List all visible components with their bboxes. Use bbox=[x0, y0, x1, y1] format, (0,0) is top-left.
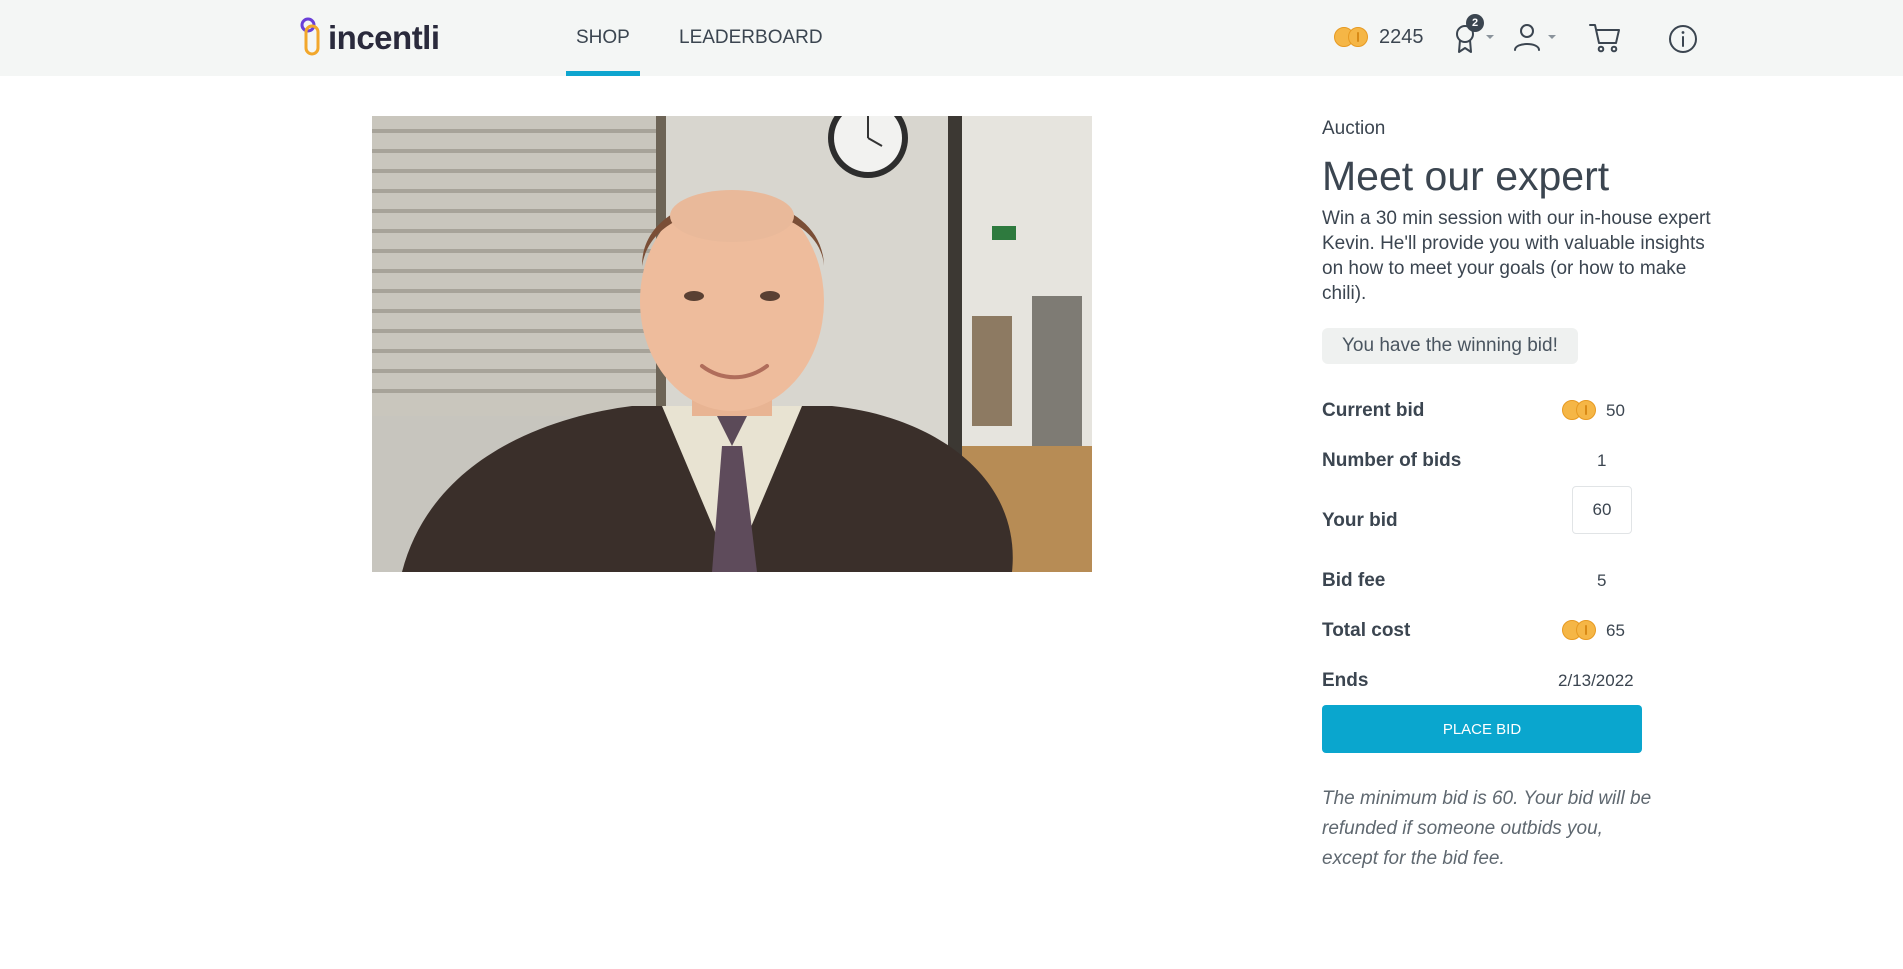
tab-leaderboard[interactable]: LEADERBOARD bbox=[679, 0, 823, 76]
bid-note: The minimum bid is 60. Your bid will be … bbox=[1322, 788, 1652, 869]
ends-value: 2/13/2022 bbox=[1558, 671, 1634, 690]
bid-fee-label: Bid fee bbox=[1322, 570, 1386, 591]
current-bid-label: Current bid bbox=[1322, 400, 1425, 421]
coin-icon bbox=[1562, 620, 1598, 642]
logo-text: incentli bbox=[328, 19, 440, 56]
number-of-bids-label: Number of bids bbox=[1322, 450, 1462, 471]
number-of-bids-value: 1 bbox=[1597, 451, 1607, 470]
coin-icon bbox=[1334, 26, 1370, 49]
expert-photo bbox=[372, 116, 1092, 572]
total-cost-value-group: 65 bbox=[1562, 620, 1625, 642]
user-icon bbox=[1514, 24, 1556, 51]
place-bid-button[interactable]: PLACE BID bbox=[1322, 705, 1642, 753]
product-description: Win a 30 min session with our in-house e… bbox=[1322, 208, 1711, 304]
auction-details-panel: Auction Meet our expert Win a 30 min ses… bbox=[1322, 118, 1722, 364]
user-menu-button[interactable] bbox=[1512, 22, 1560, 59]
current-bid-value: 50 bbox=[1606, 401, 1625, 420]
total-cost-value: 65 bbox=[1606, 621, 1625, 640]
total-cost-label: Total cost bbox=[1322, 620, 1411, 641]
current-bid-value-group: 50 bbox=[1562, 400, 1625, 422]
cart-button[interactable] bbox=[1588, 22, 1622, 59]
info-button[interactable] bbox=[1668, 24, 1698, 59]
product-image bbox=[372, 116, 1092, 572]
logo[interactable]: incentli bbox=[300, 16, 440, 60]
ends-row: Ends 2/13/2022 bbox=[1322, 670, 1652, 692]
your-bid-input[interactable] bbox=[1572, 486, 1632, 534]
bid-fee-row: Bid fee 5 bbox=[1322, 570, 1652, 592]
tab-shop[interactable]: SHOP bbox=[566, 0, 640, 76]
bid-fee-value: 5 bbox=[1597, 571, 1607, 590]
notification-badge: 2 bbox=[1466, 14, 1484, 32]
product-category: Auction bbox=[1322, 118, 1386, 139]
your-bid-label: Your bid bbox=[1322, 510, 1398, 531]
top-navbar: incentli SHOP LEADERBOARD 2245 2 bbox=[0, 0, 1903, 76]
coin-balance: 2245 bbox=[1334, 26, 1424, 49]
coin-icon bbox=[1562, 400, 1598, 422]
logo-icon bbox=[300, 16, 322, 60]
total-cost-row: Total cost 65 bbox=[1322, 620, 1652, 642]
ends-label: Ends bbox=[1322, 670, 1369, 691]
cart-icon bbox=[1589, 24, 1620, 53]
coin-balance-value: 2245 bbox=[1379, 26, 1424, 48]
your-bid-row: Your bid bbox=[1322, 486, 1652, 534]
current-bid-row: Current bid 50 bbox=[1322, 400, 1652, 422]
product-title: Meet our expert bbox=[1322, 153, 1610, 199]
status-badge: You have the winning bid! bbox=[1322, 328, 1578, 364]
achievements-button[interactable]: 2 bbox=[1452, 14, 1496, 59]
info-icon bbox=[1669, 25, 1697, 53]
number-of-bids-row: Number of bids 1 bbox=[1322, 450, 1652, 472]
